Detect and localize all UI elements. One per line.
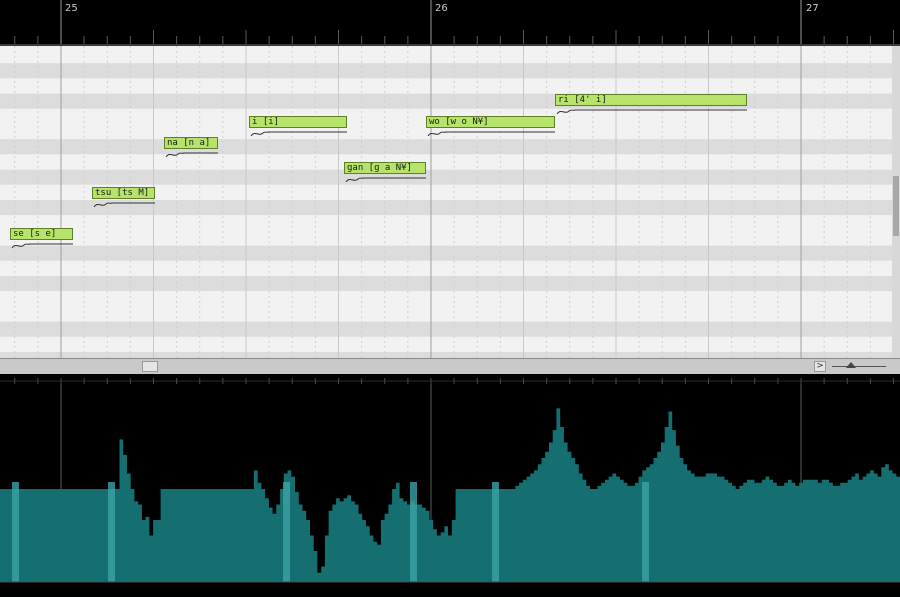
pitch-row <box>0 230 892 246</box>
note-start-marker <box>283 482 290 582</box>
pitch-row <box>0 215 892 231</box>
pitch-curve[interactable] <box>164 149 222 157</box>
zoom-slider-thumb-icon[interactable] <box>846 362 856 368</box>
vertical-scrollbar-thumb[interactable] <box>893 176 899 236</box>
note-start-marker <box>108 482 115 582</box>
pitch-row <box>0 78 892 94</box>
note-block[interactable]: wo [w o N¥] <box>426 116 555 128</box>
pitch-curve[interactable] <box>249 128 351 136</box>
pitch-row <box>0 336 892 352</box>
pitch-curve[interactable] <box>426 128 559 136</box>
pitch-row <box>0 291 892 307</box>
horizontal-scrollbar[interactable]: > <box>0 358 900 374</box>
measure-26-label: 26 <box>435 3 448 14</box>
pitch-curve[interactable] <box>92 199 159 207</box>
note-lyric-label: ri [4' i] <box>558 95 607 105</box>
note-lyric-label: tsu [ts M] <box>95 188 150 198</box>
note-block[interactable]: na [n a] <box>164 137 218 149</box>
parameter-graph-canvas <box>0 378 900 583</box>
note-block[interactable]: tsu [ts M] <box>92 187 155 199</box>
scroll-right-arrow-icon[interactable]: > <box>814 361 826 372</box>
piano-roll[interactable]: se [s e] tsu [ts M] na [n a] i [i] gan [g a … <box>0 46 892 358</box>
note-lyric-label: wo [w o N¥] <box>429 117 489 127</box>
note-lyric-label: gan [g a N¥] <box>347 163 413 173</box>
pitch-row <box>0 154 892 170</box>
pitch-row <box>0 48 892 64</box>
note-block[interactable]: ri [4' i] <box>555 94 747 106</box>
vertical-scrollbar[interactable] <box>892 46 900 358</box>
pitch-row <box>0 63 892 79</box>
note-start-marker <box>12 482 19 582</box>
ruler-ticks <box>14 0 894 44</box>
pitch-row <box>0 169 892 185</box>
zoom-slider-track[interactable] <box>832 366 886 367</box>
note-start-marker <box>492 482 499 582</box>
parameter-graph[interactable] <box>0 374 900 597</box>
note-block[interactable]: se [s e] <box>10 228 73 240</box>
pitch-row <box>0 93 892 109</box>
note-block[interactable]: i [i] <box>249 116 347 128</box>
note-start-marker <box>410 482 417 582</box>
pitch-curve[interactable] <box>555 106 751 114</box>
note-block[interactable]: gan [g a N¥] <box>344 162 426 174</box>
measure-25-label: 25 <box>65 3 78 14</box>
pitch-curve[interactable] <box>10 240 77 248</box>
pitch-row <box>0 245 892 261</box>
note-lyric-label: na [n a] <box>167 138 211 148</box>
note-start-marker <box>642 482 649 582</box>
measure-27-label: 27 <box>806 3 819 14</box>
timeline-ruler[interactable]: 25 26 27 <box>0 0 900 44</box>
pitch-row <box>0 321 892 337</box>
pitch-row <box>0 260 892 276</box>
pitch-curve[interactable] <box>344 174 430 182</box>
pitch-row <box>0 306 892 322</box>
parameter-curve <box>0 408 900 582</box>
pitch-row <box>0 139 892 155</box>
note-lyric-label: i [i] <box>252 117 280 127</box>
note-lyric-label: se [s e] <box>13 229 57 239</box>
pitch-row <box>0 276 892 292</box>
horizontal-scrollbar-thumb[interactable] <box>142 361 158 372</box>
